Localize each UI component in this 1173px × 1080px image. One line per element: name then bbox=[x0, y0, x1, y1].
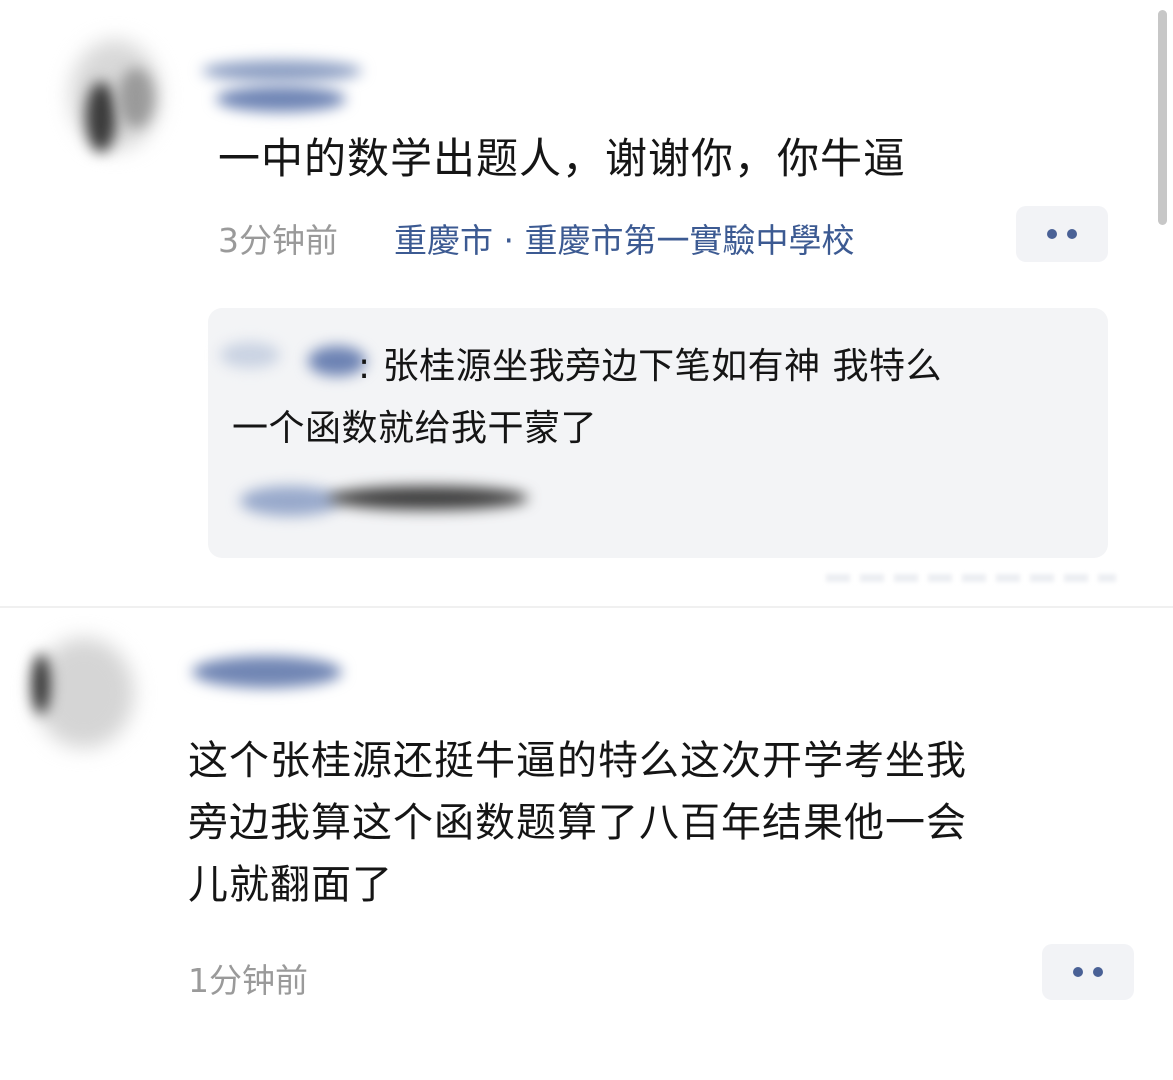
comment-text: 一中的数学出题人，谢谢你，你牛逼 bbox=[218, 134, 907, 183]
more-dots-icon-dot bbox=[1067, 229, 1077, 239]
more-dots-icon bbox=[1047, 229, 1057, 239]
comment-text-line-2: 旁边我算这个函数题算了八百年结果他一会 bbox=[188, 800, 967, 846]
more-button[interactable] bbox=[1042, 944, 1134, 1000]
reply-more-blur[interactable] bbox=[208, 474, 628, 544]
reply-author[interactable] bbox=[208, 332, 378, 392]
username[interactable] bbox=[196, 56, 386, 126]
comment-divider bbox=[0, 606, 1173, 608]
comment-text-line-3: 儿就翻面了 bbox=[188, 862, 393, 908]
location-link[interactable]: 重慶市 · 重慶市第一實驗中學校 bbox=[394, 214, 854, 262]
reply-text-line-2: 一个函数就给我干蒙了 bbox=[232, 408, 598, 449]
scrollbar[interactable] bbox=[1158, 10, 1167, 225]
reply-footer-blur bbox=[826, 574, 1116, 582]
comment-text-line-1: 这个张桂源还挺牛逼的特么这次开学考坐我 bbox=[188, 738, 967, 784]
comment-time: 1分钟前 bbox=[188, 961, 308, 1000]
comment-time: 3分钟前 bbox=[218, 221, 338, 260]
avatar[interactable] bbox=[60, 20, 190, 180]
more-dots-icon-dot bbox=[1093, 967, 1103, 977]
more-button[interactable] bbox=[1016, 206, 1108, 262]
more-dots-icon bbox=[1073, 967, 1083, 977]
reply-box[interactable]: : 张桂源坐我旁边下笔如有神 我特么 一个函数就给我干蒙了 bbox=[208, 308, 1108, 558]
avatar[interactable] bbox=[24, 630, 164, 770]
username[interactable] bbox=[186, 648, 376, 708]
reply-text-line-1: : 张桂源坐我旁边下笔如有神 我特么 bbox=[358, 346, 943, 387]
